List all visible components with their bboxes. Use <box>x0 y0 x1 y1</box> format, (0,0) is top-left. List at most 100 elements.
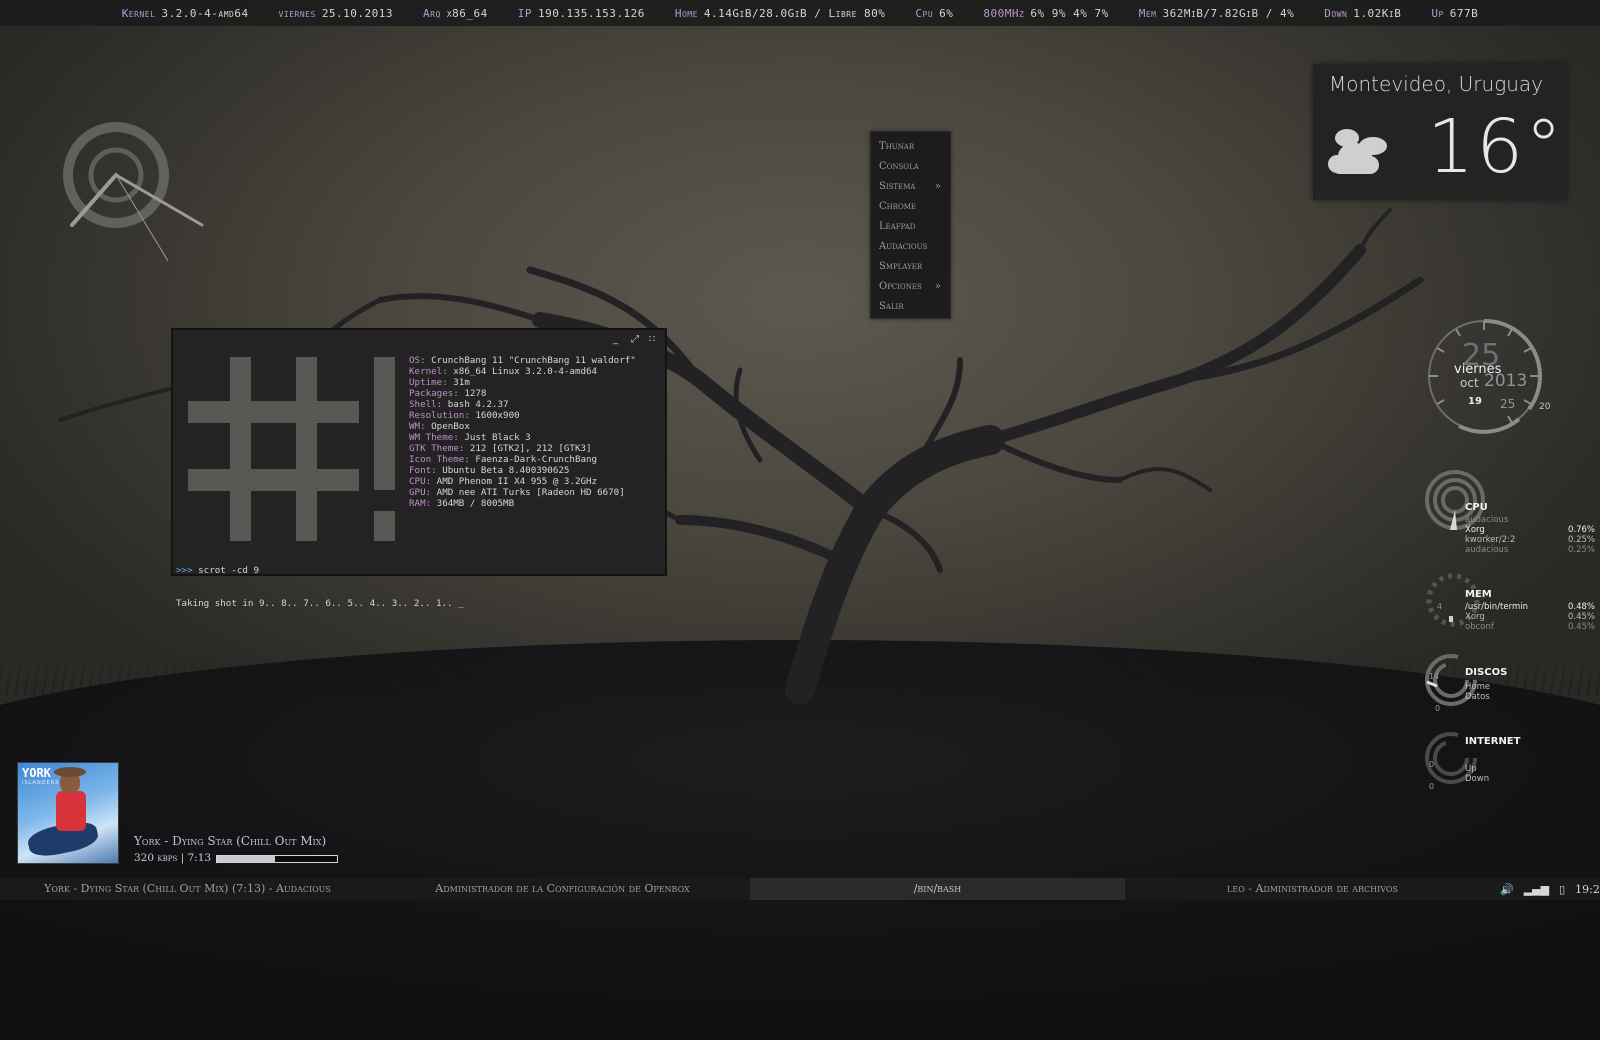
monitor-row: Datos <box>1465 692 1595 702</box>
internet-gauge-min: 0 <box>1429 782 1435 791</box>
taskbar-task[interactable]: /bin/bash <box>750 878 1125 900</box>
sysinfo-key: Font: <box>409 465 437 476</box>
topbar-stat-value: 3.2.0-4-amd64 <box>161 6 249 20</box>
menu-item-chrome[interactable]: Chrome <box>871 197 950 217</box>
process-value: 0.45% <box>1567 622 1595 632</box>
sysinfo-value: Just Black 3 <box>458 432 531 443</box>
sysinfo-line: WM Theme: Just Black 3 <box>409 432 636 443</box>
topbar-stat-value: 6% <box>939 6 954 20</box>
crunchbang-ascii-logo <box>188 357 395 541</box>
cover-subtitle: ISLANDERS <box>22 780 60 786</box>
sysinfo-value: 364MB / 8005MB <box>431 498 515 509</box>
menu-item-sistema[interactable]: Sistema » <box>871 177 950 197</box>
monitor-row: Up <box>1465 764 1595 774</box>
internet-title: INTERNET <box>1465 736 1521 747</box>
minimize-button[interactable]: _ <box>613 334 618 345</box>
topbar-stat-key: Down <box>1324 6 1348 20</box>
menu-item-opciones[interactable]: Opciones » <box>871 277 950 297</box>
topbar-stat-key: Arq <box>423 6 441 20</box>
disk-list: Home Datos <box>1465 682 1595 702</box>
menu-item-audacious[interactable]: Audacious <box>871 237 950 257</box>
menu-item-salir[interactable]: Salir <box>871 297 950 317</box>
sysinfo-line: OS: CrunchBang 11 "CrunchBang 11 waldorf… <box>409 355 636 366</box>
process-value: 0.48% <box>1567 602 1595 612</box>
sysinfo-key: Uptime: <box>409 377 448 388</box>
album-cover[interactable]: YORK ISLANDERS <box>17 762 119 864</box>
monitor-row: obconf 0.45% <box>1465 622 1595 632</box>
terminal-command-area[interactable]: >>> scrot -cd 9 Taking shot in 9.. 8.. 7… <box>176 543 464 631</box>
cover-art-figure <box>56 791 86 831</box>
taskbar-task[interactable]: York - Dying Star (Chill Out Mix) (7:13)… <box>0 878 375 900</box>
clock-second: 20 <box>1539 402 1551 412</box>
topbar-stat-value: x86_64 <box>446 6 488 20</box>
menu-item-smplayer[interactable]: Smplayer <box>871 257 950 277</box>
system-tray: 🔊 ▂▄▆ ▯ 19:20 <box>1500 883 1600 896</box>
menu-item-thunar[interactable]: Thunar <box>871 137 950 157</box>
volume-icon[interactable]: 🔊 <box>1500 883 1514 896</box>
monitor-row: audacious 0.25% <box>1465 545 1595 555</box>
process-value: 0.76% <box>1567 525 1595 535</box>
sysinfo-line: Uptime: 31m <box>409 377 636 388</box>
landscape-grass <box>0 655 1600 695</box>
monitor-row: /usr/bin/termin 0.48% <box>1465 602 1595 612</box>
clock-minute: 25 <box>1500 397 1516 411</box>
topbar-stat-value: 25.10.2013 <box>321 6 394 20</box>
sysinfo-line: Packages: 1278 <box>409 388 636 399</box>
mem-monitor: 4 MEM /usr/bin/termin 0.48% Xorg 0.45% obcon… <box>1425 570 1595 640</box>
cpu-process-list: audacious Xorg 0.76% kworker/2:2 0.25% audaci… <box>1465 515 1595 555</box>
tray-clock[interactable]: 19:20 <box>1575 883 1600 896</box>
maximize-button[interactable]: ⤢ <box>631 334 639 345</box>
taskbar-task[interactable]: leo - Administrador de archivos <box>1125 878 1500 900</box>
terminal-output: Taking shot in 9.. 8.. 7.. 6.. 5.. 4.. 3… <box>176 598 464 609</box>
menu-item-label: Consola <box>879 161 919 172</box>
monitor-row: Home <box>1465 682 1595 692</box>
sysinfo-value: CrunchBang 11 "CrunchBang 11 waldorf" <box>425 355 636 366</box>
network-signal-icon[interactable]: ▂▄▆ <box>1524 883 1549 896</box>
monitor-row: Xorg 0.45% <box>1465 612 1595 622</box>
process-name: obconf <box>1465 622 1494 632</box>
cloudy-icon <box>1328 129 1387 174</box>
openbox-root-menu: Thunar Consola Sistema » Chrome Leafpad Audaci… <box>870 131 951 319</box>
clock-hour: 19 <box>1468 396 1482 407</box>
sysinfo-value: AMD nee ATI Turks [Radeon HD 6670] <box>431 487 625 498</box>
menu-item-consola[interactable]: Consola <box>871 157 950 177</box>
taskbar-task[interactable]: Administrador de la Configuración de Ope… <box>375 878 750 900</box>
internet-monitor: 0 0 INTERNET Up Down <box>1425 730 1595 800</box>
weather-temperature: 16° <box>1427 104 1565 190</box>
disk-gauge-min: 0 <box>1435 704 1441 713</box>
process-name: Xorg <box>1465 525 1485 535</box>
sysinfo-line: Resolution: 1600x900 <box>409 410 636 421</box>
topbar-stat: Mem 362MiB/7.82GiB / 4% <box>1139 7 1294 20</box>
process-value: 0.25% <box>1567 535 1595 545</box>
menu-item-label: Sistema <box>879 181 916 192</box>
sysinfo-value: 212 [GTK2], 212 [GTK3] <box>464 443 592 454</box>
terminal-window[interactable]: _ ⤢ ∷ OS: CrunchBang 11 "CrunchBang 11 w… <box>171 328 667 609</box>
monitor-row: Down <box>1465 774 1595 784</box>
taskbar: York - Dying Star (Chill Out Mix) (7:13)… <box>0 878 1600 900</box>
process-name: Xorg <box>1465 612 1485 622</box>
submenu-arrow-icon: » <box>934 181 941 192</box>
menu-item-label: Audacious <box>879 241 928 252</box>
internet-list: Up Down <box>1465 764 1595 784</box>
sysinfo-value: AMD Phenom II X4 955 @ 3.2GHz <box>431 476 598 487</box>
menu-item-leafpad[interactable]: Leafpad <box>871 217 950 237</box>
sysinfo-key: GPU: <box>409 487 432 498</box>
calendar-month: oct <box>1460 376 1479 390</box>
sysinfo-key: WM: <box>409 421 426 432</box>
conky-top-bar: Kernel 3.2.0-4-amd64 viernes 25.10.2013 Arq x… <box>0 0 1600 26</box>
topbar-stat-key: IP <box>517 6 532 20</box>
sysinfo-value: Faenza-Dark-CrunchBang <box>469 454 598 465</box>
battery-icon[interactable]: ▯ <box>1559 883 1565 896</box>
process-name: Home <box>1465 682 1491 692</box>
close-button[interactable]: ∷ <box>649 334 655 345</box>
mem-process-list: /usr/bin/termin 0.48% Xorg 0.45% obconf 0.45% <box>1465 602 1595 632</box>
menu-item-label: Thunar <box>879 141 915 152</box>
now-playing-title: York - Dying Star (Chill Out Mix) <box>134 834 327 848</box>
playback-progress-bar[interactable] <box>216 855 338 863</box>
sysinfo-key: WM Theme: <box>409 432 459 443</box>
topbar-stat-key: Cpu <box>915 6 934 20</box>
sysinfo-key: OS: <box>409 355 426 366</box>
internet-gauge-max: 0 <box>1429 760 1435 769</box>
disk-monitor: 14 0 DISCOS Home Datos <box>1425 652 1595 722</box>
track-length: 7:13 <box>187 852 212 864</box>
